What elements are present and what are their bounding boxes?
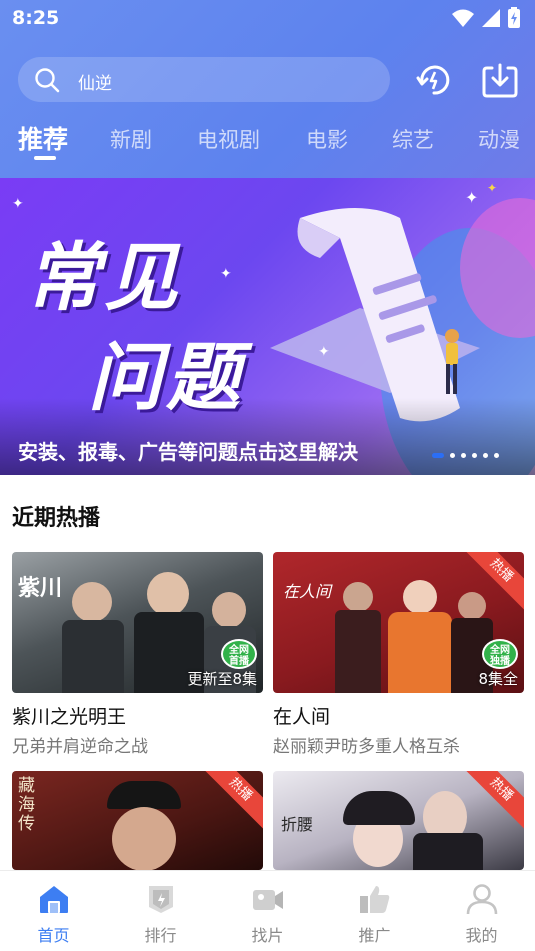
signal-icon xyxy=(482,9,500,27)
svg-text:✦: ✦ xyxy=(465,188,478,207)
video-card-canghai[interactable]: 藏海传 热播 xyxy=(12,771,263,870)
nav-item-home[interactable]: 首页 xyxy=(0,871,107,951)
nav-item-promote[interactable]: 推广 xyxy=(321,871,428,951)
home-icon xyxy=(40,886,68,913)
category-tabs: 推荐 新剧 电视剧 电影 综艺 动漫 xyxy=(0,118,535,164)
card-subtitle: 赵丽颖尹昉多重人格互杀 xyxy=(273,737,460,757)
card-subtitle: 兄弟并肩逆命之战 xyxy=(12,737,148,757)
banner-title-line1: 常见 xyxy=(26,235,182,321)
tab-active-indicator xyxy=(34,156,56,160)
svg-text:✦: ✦ xyxy=(487,181,497,195)
banner-title-line2: 问题 xyxy=(88,335,244,421)
section-title: 近期热播 xyxy=(12,506,101,531)
carousel-dot xyxy=(472,453,477,458)
battery-charging-icon xyxy=(508,7,520,28)
header: 8:25 仙逆 推荐 新剧 电视剧 电影 综艺 动漫 xyxy=(0,0,535,178)
tab-recommend[interactable]: 推荐 xyxy=(18,120,68,156)
card-logo-text: 紫川 xyxy=(18,575,63,601)
card-title: 紫川之光明王 xyxy=(12,706,127,728)
carousel-dot xyxy=(461,453,466,458)
download-icon[interactable] xyxy=(480,60,520,100)
nav-item-mine[interactable]: 我的 xyxy=(428,871,535,951)
video-camera-icon xyxy=(253,890,283,910)
nav-label: 排行 xyxy=(144,926,177,945)
card-logo-text: 在人间 xyxy=(283,582,332,601)
nav-label: 首页 xyxy=(37,926,70,945)
user-icon xyxy=(466,884,498,915)
history-icon[interactable] xyxy=(414,60,454,100)
banner-caption: 安装、报毒、广告等问题点击这里解决 xyxy=(18,440,358,464)
episode-badge: 8集全 xyxy=(478,670,518,688)
exclusive-tag: 全网 独播 xyxy=(482,639,518,669)
hot-ribbon: 热播 xyxy=(461,771,524,830)
card-thumbnail: 在人间 热播 全网 独播 8集全 xyxy=(273,552,524,693)
card-thumbnail: 折腰 热播 xyxy=(273,771,524,870)
card-logo-text: 藏海传 xyxy=(18,776,35,834)
carousel-dot xyxy=(483,453,488,458)
hot-ribbon: 热播 xyxy=(200,771,263,830)
carousel-indicator xyxy=(432,453,499,458)
card-logo-text: 折腰 xyxy=(281,815,314,834)
carousel-dot xyxy=(494,453,499,458)
wifi-icon xyxy=(452,9,474,27)
nav-item-find[interactable]: 找片 xyxy=(214,871,321,951)
search-input[interactable]: 仙逆 xyxy=(18,57,390,102)
banner-carousel[interactable]: ✦ ✦ ✦ ✦ ✦ 常见 问题 安装、报毒、广告等问题点击这里解决 xyxy=(0,178,535,475)
bottom-navigation: 首页 排行 找片 推广 我的 xyxy=(0,870,535,951)
svg-text:✦: ✦ xyxy=(318,344,330,360)
tab-new-drama[interactable]: 新剧 xyxy=(110,124,152,154)
carousel-dot xyxy=(432,453,444,458)
card-thumbnail: 紫川 全网 首播 更新至8集 xyxy=(12,552,263,693)
ranking-icon xyxy=(149,886,173,913)
status-icons xyxy=(451,7,521,29)
search-icon xyxy=(35,68,60,93)
card-thumbnail: 藏海传 热播 xyxy=(12,771,263,870)
card-title: 在人间 xyxy=(273,706,331,728)
nav-label: 找片 xyxy=(251,926,284,945)
nav-label: 我的 xyxy=(465,926,498,945)
status-time: 8:25 xyxy=(12,7,60,29)
status-bar: 8:25 xyxy=(0,0,535,36)
exclusive-tag: 全网 首播 xyxy=(221,639,257,669)
video-card-zichuan[interactable]: 紫川 全网 首播 更新至8集 紫川之光明王 兄弟并肩逆命之战 xyxy=(12,552,263,757)
video-card-zairenjian[interactable]: 在人间 热播 全网 独播 8集全 在人间 赵丽颖尹昉多重人格互杀 xyxy=(273,552,524,757)
tab-anime[interactable]: 动漫 xyxy=(478,124,520,154)
video-card-zheyao[interactable]: 折腰 热播 xyxy=(273,771,524,870)
nav-label: 推广 xyxy=(358,926,391,945)
search-query: 仙逆 xyxy=(78,74,112,94)
tab-variety[interactable]: 综艺 xyxy=(392,124,434,154)
nav-item-ranking[interactable]: 排行 xyxy=(107,871,214,951)
svg-text:✦: ✦ xyxy=(220,266,232,282)
svg-text:✦: ✦ xyxy=(12,196,24,212)
episode-badge: 更新至8集 xyxy=(187,670,257,688)
tab-tv-series[interactable]: 电视剧 xyxy=(197,124,260,154)
carousel-dot xyxy=(450,453,455,458)
share-icon xyxy=(360,886,390,913)
tab-movie[interactable]: 电影 xyxy=(306,124,348,154)
